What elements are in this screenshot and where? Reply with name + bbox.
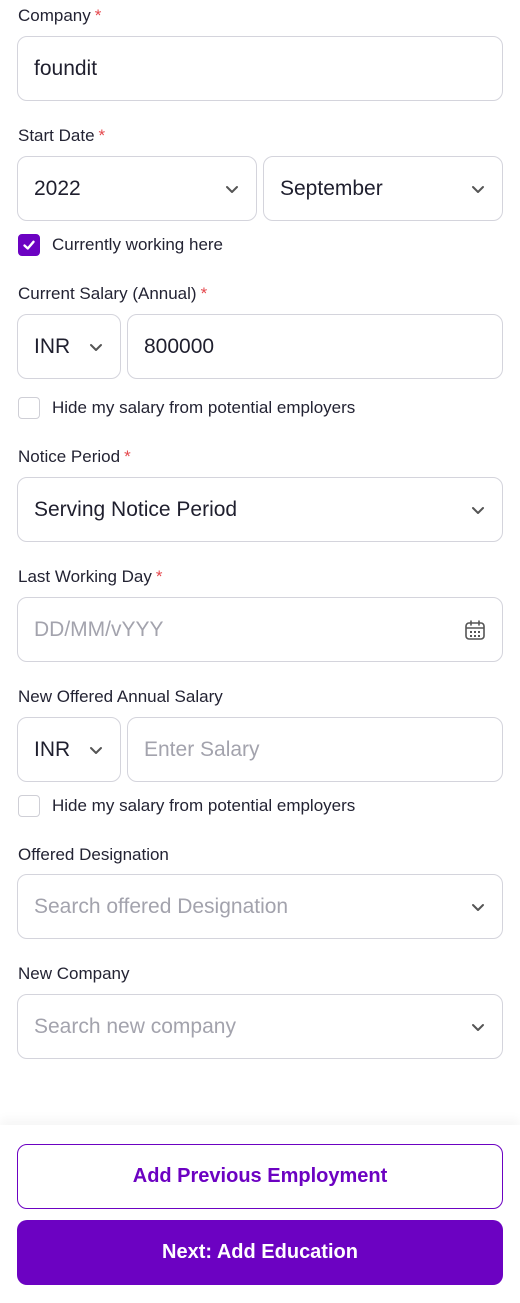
new-salary-label: New Offered Annual Salary [18, 687, 223, 706]
chevron-down-icon [472, 903, 484, 911]
chevron-down-icon [226, 185, 238, 193]
next-add-education-button[interactable]: Next: Add Education [17, 1220, 503, 1285]
current-salary-label: Current Salary (Annual) * [18, 284, 208, 303]
hide-salary-label-2: Hide my salary from potential employers [52, 796, 356, 815]
new-company-placeholder: Search new company [34, 1014, 236, 1038]
required-mark: * [98, 126, 106, 145]
required-mark: * [124, 447, 131, 466]
required-mark: * [94, 6, 102, 25]
new-currency-select[interactable]: INR [17, 717, 121, 782]
chevron-down-icon [472, 506, 484, 514]
company-value: foundit [34, 56, 98, 80]
chevron-down-icon [90, 343, 102, 351]
start-date-label: Start Date * [18, 126, 106, 145]
add-previous-employment-button[interactable]: Add Previous Employment [17, 1144, 503, 1209]
company-input[interactable]: foundit [17, 36, 503, 101]
start-year-select[interactable]: 2022 [17, 156, 257, 221]
chevron-down-icon [90, 746, 102, 754]
company-label: Company * [18, 6, 102, 25]
hide-salary-row-1: Hide my salary from potential employers [18, 397, 355, 419]
start-month-value: September [280, 176, 383, 200]
check-icon [23, 240, 35, 250]
chevron-down-icon [472, 1023, 484, 1031]
offered-designation-label: Offered Designation [18, 845, 169, 864]
new-salary-placeholder: Enter Salary [144, 737, 260, 761]
hide-salary-checkbox-2[interactable] [18, 795, 40, 817]
start-month-select[interactable]: September [263, 156, 503, 221]
last-working-day-input[interactable]: DD/MM/vYYY [17, 597, 503, 662]
hide-salary-label-1: Hide my salary from potential employers [52, 398, 356, 417]
required-mark: * [200, 284, 208, 303]
currently-working-row: Currently working here [18, 234, 223, 256]
calendar-icon[interactable] [464, 619, 486, 641]
offered-designation-select[interactable]: Search offered Designation [17, 874, 503, 939]
currently-working-label: Currently working here [52, 235, 224, 254]
current-currency-select[interactable]: INR [17, 314, 121, 379]
current-currency-value: INR [34, 334, 71, 358]
hide-salary-row-2: Hide my salary from potential employers [18, 795, 355, 817]
offered-designation-placeholder: Search offered Designation [34, 894, 289, 918]
new-salary-input[interactable]: Enter Salary [127, 717, 503, 782]
last-working-day-label: Last Working Day * [18, 567, 163, 586]
current-salary-value: 800000 [144, 334, 215, 358]
notice-period-value: Serving Notice Period [34, 497, 238, 521]
current-salary-input[interactable]: 800000 [127, 314, 503, 379]
last-working-day-placeholder: DD/MM/vYYY [34, 617, 164, 641]
new-company-select[interactable]: Search new company [17, 994, 503, 1059]
chevron-down-icon [472, 185, 484, 193]
new-company-label: New Company [18, 964, 130, 983]
start-year-value: 2022 [34, 176, 81, 200]
hide-salary-checkbox-1[interactable] [18, 397, 40, 419]
currently-working-checkbox[interactable] [18, 234, 40, 256]
required-mark: * [155, 567, 163, 586]
new-currency-value: INR [34, 737, 71, 761]
notice-period-select[interactable]: Serving Notice Period [17, 477, 503, 542]
notice-period-label: Notice Period * [18, 447, 131, 466]
